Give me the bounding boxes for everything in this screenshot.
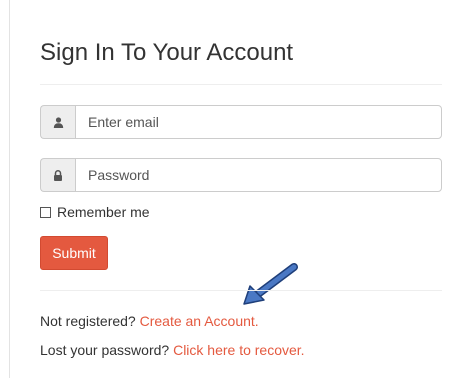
password-field[interactable]: [75, 158, 442, 192]
remember-me-checkbox[interactable]: [40, 206, 51, 218]
remember-me-label: Remember me: [57, 204, 150, 220]
register-prompt: Not registered?: [40, 313, 136, 329]
pointer-arrow-icon: [243, 263, 298, 305]
user-icon: [40, 105, 75, 139]
register-line: Not registered? Create an Account.: [40, 312, 259, 330]
footer-divider: [40, 290, 442, 291]
page-title: Sign In To Your Account: [40, 39, 294, 66]
lock-icon: [40, 158, 75, 192]
submit-button[interactable]: Submit: [40, 236, 108, 270]
email-input-group: [40, 105, 442, 139]
left-divider: [9, 0, 10, 378]
remember-me[interactable]: Remember me: [40, 203, 150, 221]
password-input-group: [40, 158, 442, 192]
recover-password-link[interactable]: Click here to recover.: [173, 342, 305, 358]
recover-line: Lost your password? Click here to recove…: [40, 341, 305, 359]
create-account-link[interactable]: Create an Account.: [140, 313, 259, 329]
title-divider: [40, 84, 442, 85]
email-field[interactable]: [75, 105, 442, 139]
recover-prompt: Lost your password?: [40, 342, 170, 358]
